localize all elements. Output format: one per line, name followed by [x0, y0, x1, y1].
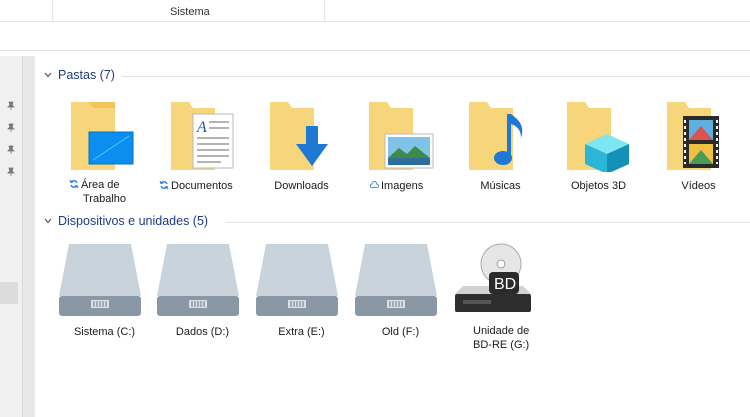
folder-label: Músicas [480, 180, 521, 192]
toolbar-strip [0, 22, 750, 51]
drive-label: Sistema (C:) [73, 326, 136, 338]
pin-icon[interactable] [6, 123, 16, 133]
section-header-folders[interactable]: Pastas (7) [44, 68, 750, 84]
cloud-icon [369, 181, 379, 188]
folder-item-pictures[interactable]: Imagens [343, 96, 434, 196]
navigation-pane [0, 56, 22, 417]
desktop-folder-icon [71, 102, 134, 170]
folder-label: Downloads [274, 180, 329, 192]
svg-text:A: A [196, 119, 207, 136]
pictures-folder-icon [369, 102, 434, 170]
chevron-down-icon [44, 218, 52, 224]
sync-icon [159, 180, 169, 190]
hard-drive-icon [256, 244, 338, 316]
folder-item-videos[interactable]: Vídeos [641, 96, 731, 196]
hard-drive-icon [59, 244, 141, 316]
hard-drive-icon [355, 244, 437, 316]
column-header-sistema[interactable]: Sistema [170, 6, 210, 18]
folder-label: Objetos 3D [570, 180, 627, 192]
music-folder-icon [469, 102, 523, 170]
3d-objects-folder-icon [567, 102, 629, 172]
folder-item-downloads[interactable]: Downloads [244, 96, 334, 196]
chevron-down-icon [44, 72, 52, 78]
column-divider[interactable] [52, 0, 53, 21]
drive-label: Extra (E:) [278, 326, 325, 338]
bd-drive-icon: BD [455, 243, 531, 312]
pin-icon[interactable] [6, 101, 16, 111]
downloads-folder-icon [270, 102, 328, 170]
section-title-drives: Dispositivos e unidades (5) [58, 214, 209, 228]
folder-item-documents[interactable]: A Documentos [145, 96, 235, 196]
drive-item-f[interactable]: Old (F:) [343, 240, 437, 340]
drive-label: Unidade de BD-RE (G:) [473, 325, 530, 351]
drive-item-e[interactable]: Extra (E:) [244, 240, 338, 340]
nav-scrollbar[interactable] [22, 56, 35, 417]
documents-folder-icon: A [171, 102, 234, 170]
column-header-bar: Sistema [0, 0, 750, 22]
section-divider [226, 222, 750, 223]
folder-item-desktop[interactable]: Área de Trabalho [47, 96, 137, 206]
drive-label: Old (F:) [381, 326, 420, 338]
drive-label: Dados (D:) [175, 326, 230, 338]
videos-folder-icon [667, 102, 719, 170]
pin-icon[interactable] [6, 145, 16, 155]
bd-badge-label: BD [494, 276, 516, 293]
nav-selected-item[interactable] [0, 282, 18, 304]
section-title-folders: Pastas (7) [58, 68, 115, 82]
section-divider [122, 76, 750, 77]
folder-label: Imagens [369, 179, 423, 193]
folder-item-music[interactable]: Músicas [443, 96, 533, 196]
drive-item-c[interactable]: Sistema (C:) [47, 240, 141, 340]
section-header-drives[interactable]: Dispositivos e unidades (5) [44, 214, 750, 230]
folder-label: Área de Trabalho [69, 178, 126, 206]
folder-item-3d-objects[interactable]: Objetos 3D [541, 96, 631, 196]
folder-label: Documentos [159, 179, 233, 193]
folder-label: Vídeos [681, 180, 716, 192]
sync-icon [69, 179, 79, 189]
column-divider[interactable] [324, 0, 325, 21]
drive-item-d[interactable]: Dados (D:) [145, 240, 239, 340]
hard-drive-icon [157, 244, 239, 316]
pin-icon[interactable] [6, 167, 16, 177]
drive-item-g[interactable]: BD Unidade de BD-RE (G:) [441, 240, 531, 355]
